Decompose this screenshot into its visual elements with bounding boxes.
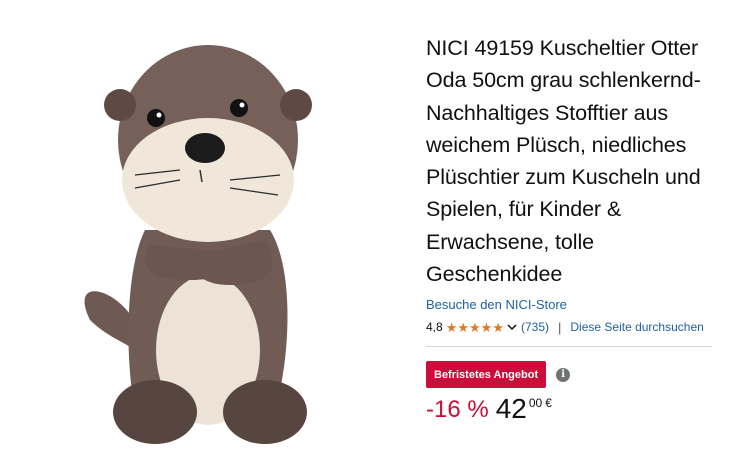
price-fraction: 00 — [528, 396, 543, 411]
info-icon[interactable]: i — [556, 367, 571, 382]
limited-deal-badge: Befristetes Angebot — [426, 361, 547, 389]
price-currency: € — [545, 396, 552, 411]
visit-store-link[interactable]: Besuche den NICI-Store — [426, 297, 726, 313]
price-row: -16 % 42 00 € — [426, 394, 726, 430]
star-icon: ★ — [480, 319, 493, 335]
star-icon: ★ — [445, 319, 458, 335]
deal-row: Befristetes Angebot i — [426, 361, 726, 389]
separator: | — [557, 319, 562, 335]
star-icon: ★ — [469, 319, 481, 335]
rating-count-link[interactable]: (735) — [521, 320, 549, 334]
chevron-down-icon[interactable] — [507, 324, 517, 331]
product-title: NICI 49159 Kuscheltier Otter Oda 50cm gr… — [426, 36, 701, 287]
plush-otter-image — [84, 45, 312, 444]
rating-row: 4,8 ★ ★ ★ ★ ★ (735) | Diese Seite durchs… — [426, 319, 726, 335]
star-icon: ★ — [457, 319, 469, 335]
product-image[interactable] — [40, 30, 360, 448]
product-details: NICI 49159 Kuscheltier Otter Oda 50cm gr… — [426, 32, 726, 430]
discount-percent: -16 % — [426, 396, 489, 424]
star-icon: ★ — [492, 319, 504, 335]
price-whole: 42 — [495, 393, 527, 425]
divider — [426, 346, 712, 348]
rating-value: 4,8 — [426, 320, 443, 335]
search-this-page-link[interactable]: Diese Seite durchsuchen — [570, 320, 703, 334]
star-rating[interactable]: ★ ★ ★ ★ ★ — [446, 321, 504, 334]
